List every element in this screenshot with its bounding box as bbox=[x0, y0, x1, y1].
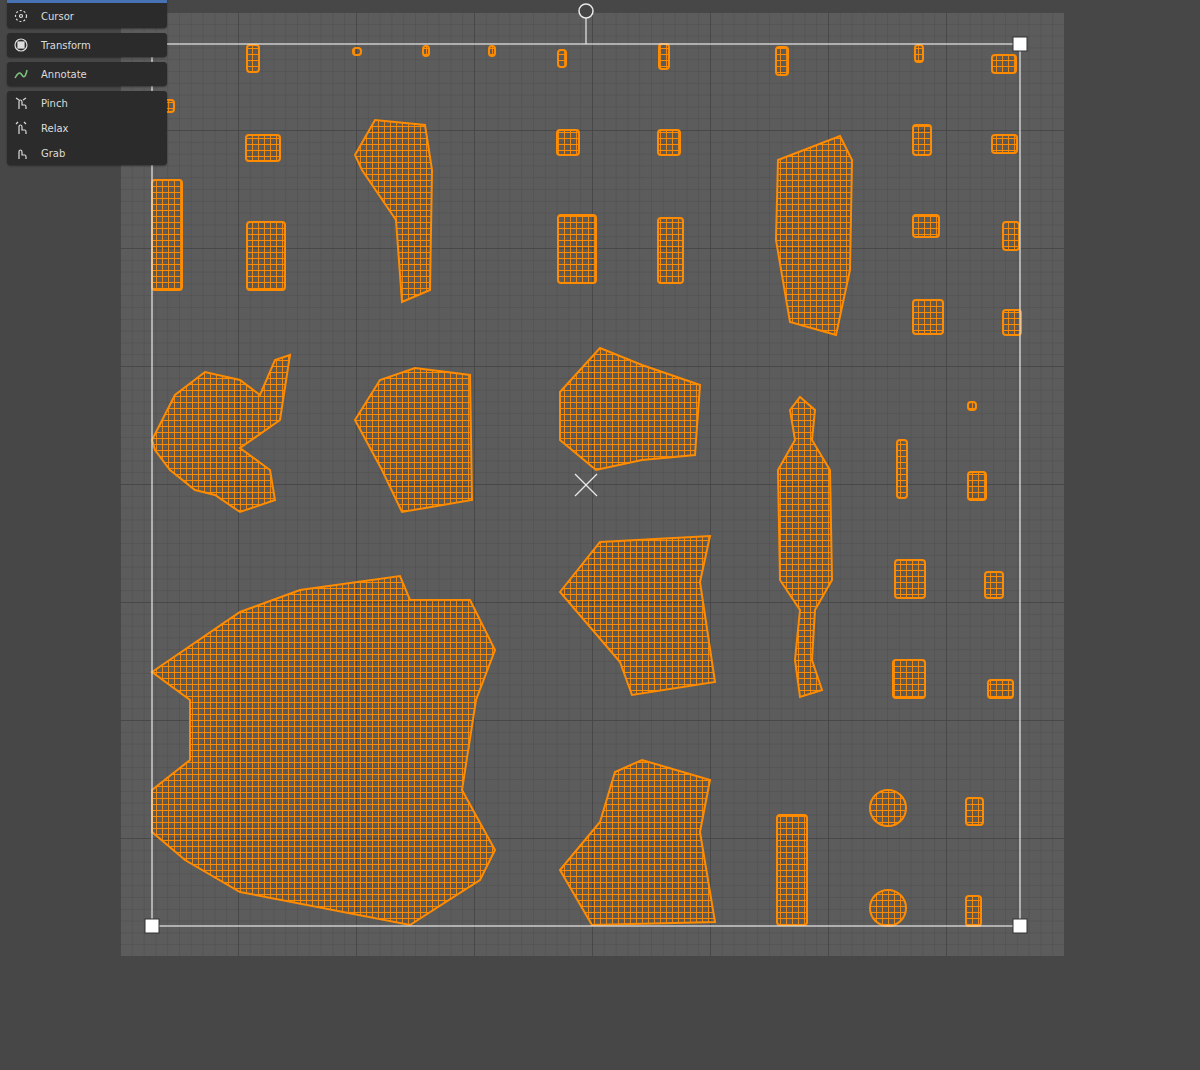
uv-island[interactable] bbox=[423, 46, 429, 56]
uv-island[interactable] bbox=[355, 368, 472, 512]
toolbar: Cursor Transform Annotate Pinch Relax Grab bbox=[7, 0, 167, 165]
tool-label: Transform bbox=[41, 40, 91, 51]
uv-island[interactable] bbox=[659, 44, 669, 69]
uv-island[interactable] bbox=[778, 397, 832, 697]
rotate-handle-icon[interactable] bbox=[579, 4, 593, 18]
uv-island[interactable] bbox=[968, 472, 986, 500]
relax-icon bbox=[13, 120, 29, 136]
uv-island[interactable] bbox=[776, 47, 788, 75]
uv-island[interactable] bbox=[246, 135, 280, 161]
tool-button[interactable]: Cursor bbox=[7, 4, 167, 28]
cursor-cross-icon bbox=[575, 474, 597, 496]
transform-box[interactable] bbox=[152, 44, 1020, 926]
pinch-icon bbox=[13, 95, 29, 111]
uv-island[interactable] bbox=[913, 215, 939, 237]
uv-island[interactable] bbox=[966, 896, 981, 926]
uv-island[interactable] bbox=[870, 790, 906, 826]
uv-canvas[interactable] bbox=[0, 0, 1200, 1070]
uv-island[interactable] bbox=[247, 45, 259, 72]
tool-group: Pinch Relax Grab bbox=[7, 91, 167, 165]
uv-island[interactable] bbox=[893, 660, 925, 698]
uv-island[interactable] bbox=[560, 536, 715, 695]
tool-label: Relax bbox=[41, 123, 68, 134]
tool-group: Cursor bbox=[7, 0, 167, 28]
uv-island[interactable] bbox=[247, 222, 285, 290]
uv-island[interactable] bbox=[897, 440, 907, 498]
uv-island[interactable] bbox=[913, 300, 943, 334]
uv-island[interactable] bbox=[992, 55, 1016, 73]
uv-island[interactable] bbox=[152, 355, 290, 512]
scale-handle-icon[interactable] bbox=[1013, 919, 1027, 933]
tool-button[interactable] bbox=[7, 0, 167, 3]
uv-island[interactable] bbox=[658, 218, 683, 283]
uv-island[interactable] bbox=[870, 890, 906, 926]
uv-island[interactable] bbox=[560, 760, 715, 925]
uv-island[interactable] bbox=[776, 136, 852, 335]
uv-island[interactable] bbox=[355, 120, 432, 302]
tool-label: Cursor bbox=[41, 11, 74, 22]
uv-grid bbox=[120, 12, 1064, 956]
scale-handle-icon[interactable] bbox=[145, 919, 159, 933]
uv-island[interactable] bbox=[1003, 310, 1021, 335]
uv-island[interactable] bbox=[968, 402, 976, 410]
uv-island[interactable] bbox=[985, 572, 1003, 598]
uv-island[interactable] bbox=[895, 560, 925, 598]
uv-island[interactable] bbox=[152, 180, 182, 290]
tool-button[interactable]: Grab bbox=[7, 141, 167, 165]
uv-island[interactable] bbox=[560, 348, 700, 470]
tool-group: Transform bbox=[7, 33, 167, 57]
tool-group: Annotate bbox=[7, 62, 167, 86]
uv-island[interactable] bbox=[353, 48, 361, 55]
tool-button[interactable]: Transform bbox=[7, 33, 167, 57]
uv-island[interactable] bbox=[988, 680, 1013, 698]
uv-island[interactable] bbox=[915, 45, 923, 62]
tool-label: Annotate bbox=[41, 69, 87, 80]
tool-button[interactable]: Annotate bbox=[7, 62, 167, 86]
grab-icon bbox=[13, 145, 29, 161]
tool-label: Pinch bbox=[41, 98, 68, 109]
annotate-icon bbox=[13, 66, 29, 82]
uv-island[interactable] bbox=[913, 125, 931, 155]
uv-island[interactable] bbox=[1003, 222, 1019, 250]
uv-island[interactable] bbox=[489, 46, 495, 56]
uv-island[interactable] bbox=[152, 576, 495, 925]
uv-editor: Cursor Transform Annotate Pinch Relax Grab bbox=[0, 0, 1200, 1070]
uv-island[interactable] bbox=[557, 130, 579, 155]
tool-button[interactable]: Relax bbox=[7, 116, 167, 140]
transform-icon bbox=[13, 37, 29, 53]
uv-island[interactable] bbox=[558, 50, 566, 67]
tool-button[interactable]: Pinch bbox=[7, 91, 167, 115]
cursor-icon bbox=[13, 8, 29, 24]
uv-island[interactable] bbox=[966, 798, 983, 825]
uv-island[interactable] bbox=[558, 215, 596, 283]
uv-island[interactable] bbox=[658, 130, 680, 155]
uv-island[interactable] bbox=[777, 815, 807, 925]
uv-island[interactable] bbox=[992, 135, 1017, 153]
scale-handle-icon[interactable] bbox=[1013, 37, 1027, 51]
tool-label: Grab bbox=[41, 148, 65, 159]
